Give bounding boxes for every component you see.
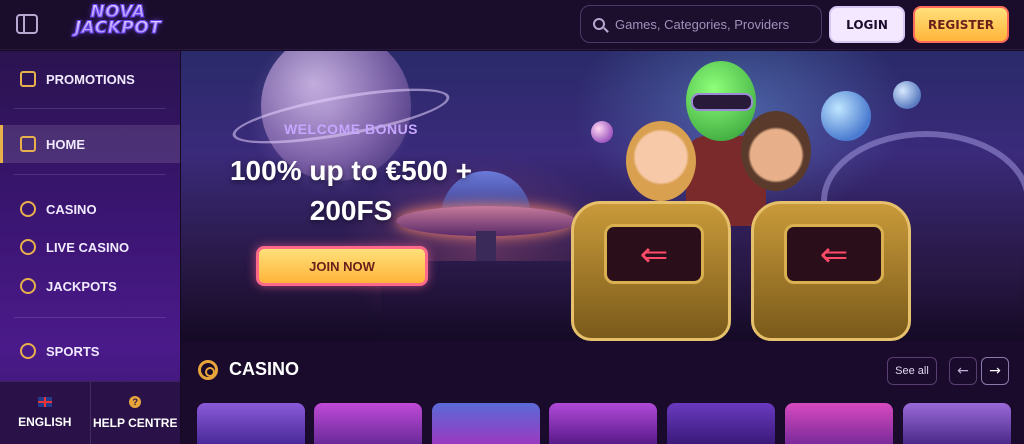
logo-line-2: JACKPOT [62,19,174,37]
game-tile[interactable] [197,403,305,444]
join-now-button[interactable]: JOIN NOW [256,246,428,286]
arrow-right-icon[interactable]: → [981,357,1009,385]
sunglasses-graphic [691,93,753,111]
language-selector[interactable]: ENGLISH [0,382,90,444]
help-icon: ? [129,396,142,408]
see-all-button[interactable]: See all [887,357,937,385]
sidebar-divider [14,317,166,318]
planet-graphic [821,91,871,141]
spade-icon [20,239,36,255]
planet-graphic [591,121,613,143]
seven-icon [20,278,36,294]
logo[interactable]: NOVA JACKPOT [62,3,174,44]
game-tile[interactable] [314,403,422,444]
login-button[interactable]: LOGIN [829,6,905,43]
ball-icon [20,343,36,359]
sidebar-item-label: JACKPOTS [46,278,117,294]
register-button[interactable]: REGISTER [913,6,1009,43]
sidebar-divider [14,174,166,175]
sidebar-toggle-icon[interactable] [16,14,38,34]
game-tile[interactable] [785,403,893,444]
sidebar-item-label: PROMOTIONS [46,71,135,87]
woman-character [626,121,696,201]
chip-icon [198,360,218,380]
bumper-car-graphic [571,201,731,341]
sidebar-footer: ENGLISH ? HELP CENTRE [0,381,180,444]
search-box[interactable] [580,5,822,43]
sidebar-item-home[interactable]: HOME [0,125,180,163]
sidebar-divider [14,108,166,109]
sidebar-item-promotions[interactable]: PROMOTIONS [0,60,180,98]
top-bar: NOVA JACKPOT LOGIN REGISTER [0,0,1024,50]
sidebar-item-label: HOME [46,136,85,152]
uk-flag-icon [37,397,52,407]
sidebar-item-label: LIVE CASINO [46,239,130,255]
chip-icon [20,201,36,217]
game-tile[interactable] [667,403,775,444]
section-title: CASINO [229,359,300,379]
planet-graphic [893,81,921,109]
hero-banner[interactable]: WELCOME BONUS 100% up to €500 + 200FS JO… [181,51,1024,341]
sidebar-item-casino[interactable]: CASINO [0,190,180,228]
sidebar-item-label: CASINO [46,201,97,217]
headline-line-1: 100% up to €500 + [229,155,472,186]
game-tile[interactable] [432,403,540,444]
sidebar-item-live-casino[interactable]: LIVE CASINO [0,228,180,266]
arrow-left-icon[interactable]: ← [949,357,977,385]
home-icon [20,136,36,152]
search-icon [593,18,605,30]
game-tiles [197,403,1017,444]
sidebar-item-jackpots[interactable]: JACKPOTS [0,267,180,305]
bumper-car-graphic [751,201,911,341]
headline-line-2: 200FS [309,195,393,226]
help-label: HELP CENTRE [93,416,178,430]
bonus-headline: 100% up to €500 + 200FS [201,151,501,231]
gift-icon [20,71,36,87]
sidebar-item-label: SPORTS [46,343,100,359]
man-character [741,111,811,191]
game-tile[interactable] [549,403,657,444]
game-tile[interactable] [903,403,1011,444]
language-label: ENGLISH [18,415,72,429]
search-input[interactable] [615,16,815,32]
help-centre-link[interactable]: ? HELP CENTRE [89,382,181,444]
casino-section: CASINO See all ← → [181,341,1024,444]
sidebar-item-sports[interactable]: SPORTS [0,332,180,370]
welcome-bonus-label: WELCOME BONUS [283,121,419,137]
